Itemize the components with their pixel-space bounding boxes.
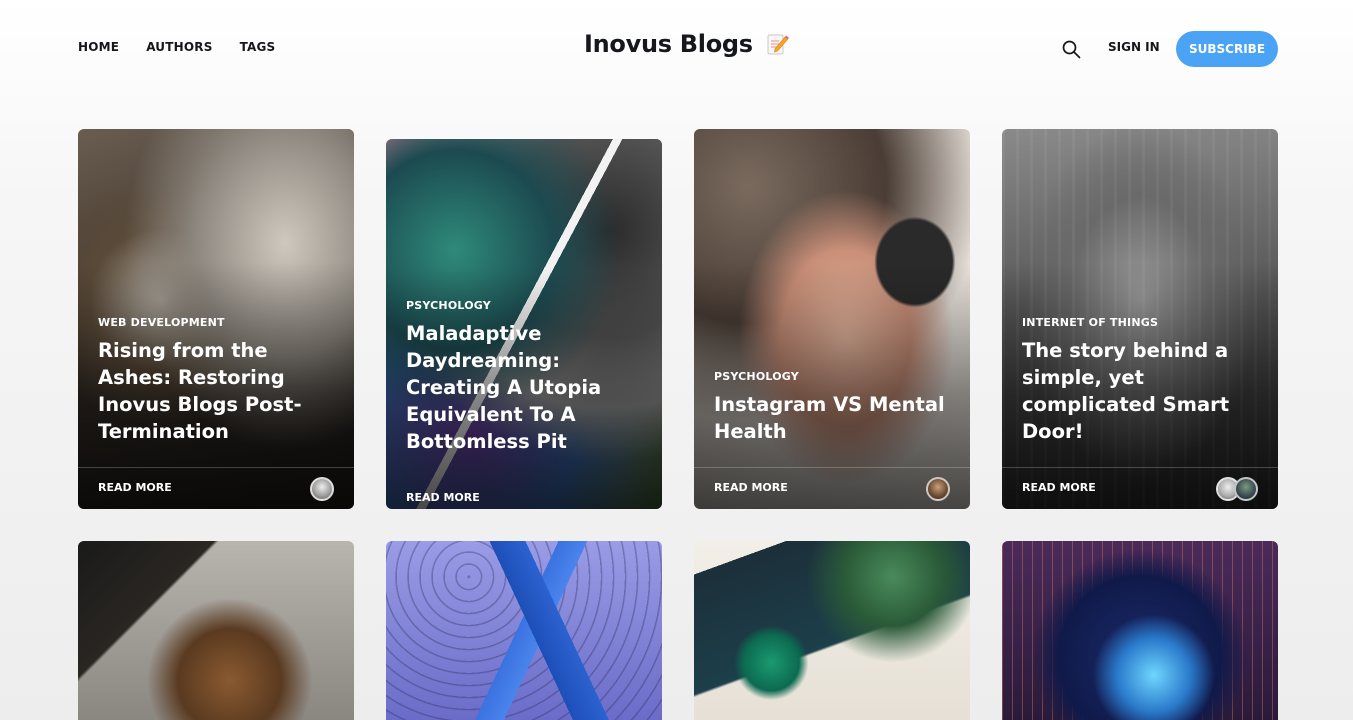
- author-avatars: [1216, 477, 1258, 501]
- main-nav: HOME AUTHORS TAGS: [78, 40, 275, 54]
- post-title[interactable]: The story behind a simple, yet complicat…: [1022, 337, 1258, 445]
- author-avatars: [926, 477, 950, 501]
- card-divider: [1002, 467, 1278, 468]
- read-more-link[interactable]: READ MORE: [98, 481, 172, 494]
- site-logo[interactable]: Inovus Blogs: [584, 30, 789, 58]
- post-card-image: [694, 541, 970, 720]
- post-card[interactable]: [386, 541, 662, 720]
- post-card[interactable]: [1002, 541, 1278, 720]
- post-card-image: [1002, 541, 1278, 720]
- author-avatars: [310, 477, 334, 501]
- site-title: Inovus Blogs: [584, 30, 753, 58]
- post-tag[interactable]: PSYCHOLOGY: [714, 370, 950, 383]
- post-title[interactable]: Rising from the Ashes: Restoring Inovus …: [98, 337, 334, 445]
- post-title[interactable]: Instagram VS Mental Health: [714, 391, 950, 445]
- memo-icon: [767, 34, 789, 55]
- post-card[interactable]: [694, 541, 970, 720]
- post-card[interactable]: [78, 541, 354, 720]
- avatar[interactable]: [1234, 477, 1258, 501]
- avatar[interactable]: [926, 477, 950, 501]
- avatar[interactable]: [310, 477, 334, 501]
- post-card-image: [78, 541, 354, 720]
- post-card[interactable]: PSYCHOLOGY Maladaptive Daydreaming: Crea…: [386, 139, 662, 509]
- post-tag[interactable]: PSYCHOLOGY: [406, 299, 642, 312]
- search-icon[interactable]: [1061, 39, 1081, 59]
- post-tag[interactable]: INTERNET OF THINGS: [1022, 316, 1258, 329]
- subscribe-button[interactable]: SUBSCRIBE: [1176, 31, 1278, 67]
- post-title[interactable]: Maladaptive Daydreaming: Creating A Utop…: [406, 320, 642, 455]
- nav-home-link[interactable]: HOME: [78, 40, 119, 54]
- nav-tags-link[interactable]: TAGS: [240, 40, 276, 54]
- post-card[interactable]: WEB DEVELOPMENT Rising from the Ashes: R…: [78, 129, 354, 509]
- post-tag[interactable]: WEB DEVELOPMENT: [98, 316, 334, 329]
- card-divider: [694, 467, 970, 468]
- card-divider: [78, 467, 354, 468]
- read-more-link[interactable]: READ MORE: [406, 491, 480, 504]
- post-card[interactable]: PSYCHOLOGY Instagram VS Mental Health RE…: [694, 129, 970, 509]
- post-card-image: [386, 541, 662, 720]
- read-more-link[interactable]: READ MORE: [714, 481, 788, 494]
- post-card[interactable]: INTERNET OF THINGS The story behind a si…: [1002, 129, 1278, 509]
- sign-in-link[interactable]: SIGN IN: [1108, 40, 1160, 54]
- site-header: HOME AUTHORS TAGS Inovus Blogs SIGN IN S…: [0, 0, 1353, 95]
- read-more-link[interactable]: READ MORE: [1022, 481, 1096, 494]
- nav-authors-link[interactable]: AUTHORS: [146, 40, 212, 54]
